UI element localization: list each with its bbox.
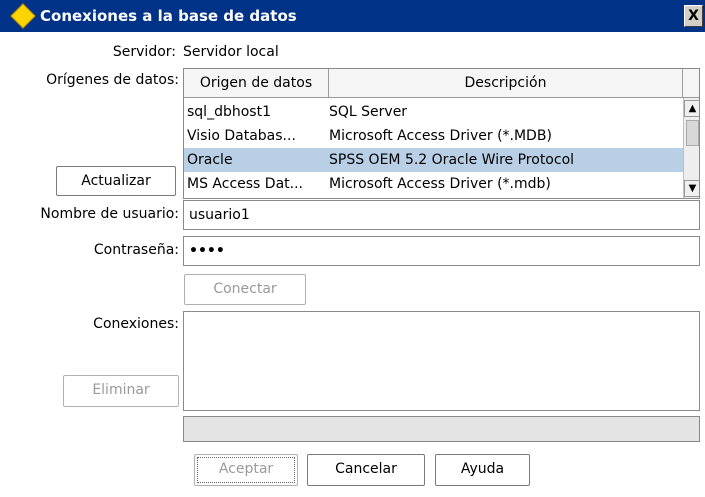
- refresh-button[interactable]: Actualizar: [56, 166, 176, 196]
- datasources-label: Orígenes de datos:: [46, 72, 179, 88]
- table-row[interactable]: Visio Databas... Microsoft Access Driver…: [184, 124, 683, 148]
- table-row[interactable]: sql_dbhost1 SQL Server: [184, 100, 683, 124]
- table-row[interactable]: MS Access Dat... Microsoft Access Driver…: [184, 172, 683, 196]
- username-label: Nombre de usuario:: [40, 206, 179, 222]
- connections-label: Conexiones:: [93, 316, 179, 332]
- title-bar[interactable]: Conexiones a la base de datos X: [0, 0, 705, 32]
- diamond-icon: [10, 3, 36, 29]
- scroll-down-icon[interactable]: ▼: [684, 180, 699, 197]
- table-row-selected[interactable]: Oracle SPSS OEM 5.2 Oracle Wire Protocol: [184, 148, 683, 172]
- server-value: Servidor local: [183, 44, 279, 60]
- row-datasource-description: Microsoft Access Driver (*.mdb): [329, 176, 551, 192]
- row-datasource-description: Microsoft Access Driver (*.MDB): [329, 128, 552, 144]
- vertical-scrollbar[interactable]: ▲ ▼: [683, 98, 699, 198]
- scroll-up-icon[interactable]: ▲: [684, 100, 699, 117]
- remove-button[interactable]: Eliminar: [63, 375, 179, 407]
- row-datasource-name: MS Access Dat...: [187, 176, 303, 192]
- server-label: Servidor:: [112, 44, 176, 60]
- row-datasource-name: sql_dbhost1: [187, 104, 271, 120]
- column-header-filler: [683, 69, 699, 98]
- connections-list[interactable]: [183, 311, 700, 411]
- help-button[interactable]: Ayuda: [435, 454, 530, 486]
- close-icon[interactable]: X: [684, 5, 703, 27]
- row-datasource-description: SQL Server: [329, 104, 408, 120]
- column-header-descripcion[interactable]: Descripción: [329, 69, 683, 98]
- row-datasource-name: Oracle: [187, 152, 233, 168]
- database-connections-dialog: Conexiones a la base de datos X Servidor…: [0, 0, 705, 497]
- password-field[interactable]: ••••: [183, 236, 700, 266]
- row-datasource-description: SPSS OEM 5.2 Oracle Wire Protocol: [329, 152, 575, 168]
- connect-button[interactable]: Conectar: [184, 274, 306, 305]
- cancel-button[interactable]: Cancelar: [307, 454, 425, 486]
- window-title: Conexiones a la base de datos: [40, 7, 297, 25]
- datasources-table[interactable]: Origen de datos Descripción sql_dbhost1 …: [183, 68, 700, 199]
- ok-button[interactable]: Aceptar: [194, 454, 298, 486]
- scroll-thumb[interactable]: [686, 120, 699, 146]
- username-field[interactable]: usuario1: [183, 200, 700, 230]
- row-datasource-name: Visio Databas...: [187, 128, 296, 144]
- column-header-origen[interactable]: Origen de datos: [184, 69, 329, 98]
- password-label: Contraseña:: [93, 242, 179, 258]
- connection-status-bar: [183, 416, 700, 442]
